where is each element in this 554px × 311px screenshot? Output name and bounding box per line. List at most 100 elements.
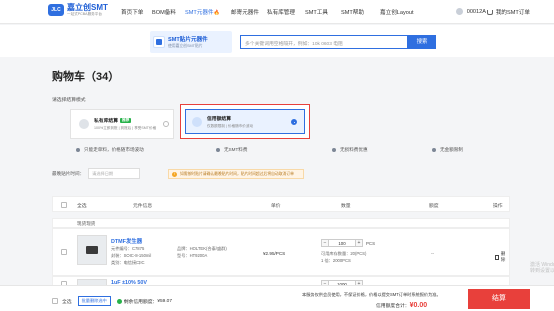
- payment-option-credit[interactable]: 信用额结算 仅数额限制 | 价格随市价波动: [180, 104, 310, 139]
- delete-label: 删除: [500, 251, 506, 262]
- credit-total-value: ¥0.00: [409, 302, 428, 309]
- unit-price: ¥2.95/PCS: [263, 251, 286, 256]
- hot-icon: 🔥: [213, 10, 220, 16]
- search-input[interactable]: 多个关键词用空格隔开，例如：10k 0603 电阻: [240, 35, 408, 49]
- logo[interactable]: JLC 嘉立创SMT 一站式PCBA服务平台: [48, 4, 108, 17]
- component-model: 型号：HT9200A: [177, 253, 208, 258]
- payment-option-name: 私有库结算: [94, 119, 118, 124]
- checkout-bar: 全选 批量删除选中 剩余信用额度： ¥59.07 本服务仅供会员使用，不保证价格…: [0, 285, 554, 311]
- warning-icon: !: [172, 171, 177, 177]
- notice-text: 如需按时贴片请确认最晚贴片时间，贴片时间超过后将自动取消订单: [180, 171, 294, 176]
- dot-icon: [432, 148, 436, 152]
- component-package: 封装：SOIC-8-150mil: [111, 253, 152, 258]
- header-qty: 数量: [341, 204, 351, 209]
- payment-mode-label: 请选择结算模式: [52, 98, 86, 103]
- nav-mail-parts[interactable]: 邮寄元器件: [231, 8, 259, 16]
- credit-dot-icon: [116, 298, 122, 304]
- batch-delete-button[interactable]: 批量删除选中: [77, 296, 111, 306]
- delete-button[interactable]: 删除: [495, 251, 509, 263]
- search-button[interactable]: 搜索: [408, 35, 436, 49]
- quantity-unit: PCS: [366, 240, 376, 246]
- dot-icon: [332, 148, 336, 152]
- settle-button[interactable]: 结算: [468, 289, 530, 309]
- avatar: [455, 8, 463, 15]
- footer-select-all-checkbox[interactable]: [52, 298, 58, 304]
- logo-subtitle: 一站式PCBA服务平台: [67, 12, 102, 16]
- feature-label: 无SMT料费: [224, 147, 248, 152]
- latest-date-label: 最晚贴片时间：: [52, 170, 85, 176]
- top-nav: JLC 嘉立创SMT 一站式PCBA服务平台 首页下单 BOM备料 SMT元器件…: [0, 0, 554, 24]
- group-label: 现货现货: [77, 221, 96, 226]
- table-row: DTMF发生器 元件编号：C7875 封装：SOIC-8-150mil 类别：电…: [52, 228, 510, 276]
- feature-label: 只能走单料，价格随市场波动: [84, 147, 144, 152]
- nav-smt-parts[interactable]: SMT元器件🔥: [185, 8, 220, 16]
- windows-watermark: 激活 Windows 转到设置以激活: [530, 262, 554, 274]
- recommend-badge: 推荐: [120, 118, 132, 124]
- radio-private[interactable]: [163, 121, 169, 127]
- nav-bom[interactable]: BOM备料: [152, 8, 176, 16]
- radio-credit[interactable]: [291, 119, 297, 125]
- component-category: 类别：电信接口IC: [111, 260, 145, 265]
- payment-option-name: 信用额结算: [207, 116, 231, 122]
- latest-date-row: 最晚贴片时间： 请选择日期: [52, 168, 141, 179]
- nav-home-order[interactable]: 首页下单: [121, 8, 143, 16]
- footer-select-all[interactable]: 全选: [62, 298, 72, 305]
- nav-smt-parts-label: SMT元器件: [185, 10, 214, 16]
- footer-note: 本服务仅供会员使用，不保证价格，价格以提交SMT订单时系统报价为准。: [302, 292, 441, 297]
- row-checkbox[interactable]: [61, 249, 67, 255]
- nav-private-lib[interactable]: 私有库管理: [267, 8, 295, 16]
- stock-note: 可用库存数量：20(PCS): [321, 251, 367, 256]
- credit-total-label: 信用额度合计：: [376, 304, 410, 309]
- increase-button[interactable]: +: [355, 239, 363, 247]
- cart-icon: [486, 9, 493, 15]
- nav-smt-tools[interactable]: SMT工具: [305, 8, 328, 16]
- user-menu[interactable]: 00012A: [455, 8, 486, 15]
- banner-title: SMT贴片元器件: [168, 37, 208, 43]
- component-name[interactable]: DTMF发生器: [111, 237, 142, 245]
- feature-item: 无金额限制: [432, 147, 463, 153]
- stock-group-row: 现货现货: [52, 218, 510, 228]
- notice-bar: ! 如需按时贴片请确认最晚贴片时间，贴片时间超过后将自动取消订单: [168, 169, 304, 179]
- features-row: 只能走单料，价格随市场波动 无SMT料费 无损料费优惠 无金额限制: [52, 147, 502, 157]
- credit-card-icon: [192, 116, 202, 127]
- page-title: 购物车（34）: [52, 71, 120, 83]
- cart-table-header: 全选 元件信息 单价 数量 额度 操作: [52, 196, 510, 212]
- component-brand: 品牌：HOLTEK(合泰/盛群): [177, 246, 227, 251]
- payment-option-desc: 100%立即到账 | 到账后 | 享受SMT价格: [94, 126, 157, 130]
- header-price: 单价: [271, 204, 281, 209]
- nav-smt-help[interactable]: SMT帮助: [341, 8, 364, 16]
- component-thumbnail[interactable]: [77, 235, 107, 265]
- remaining-credit: 剩余信用额度： ¥59.07: [116, 298, 173, 305]
- footer-left: 全选 批量删除选中 剩余信用额度： ¥59.07: [52, 296, 172, 306]
- header-credit: 额度: [429, 204, 439, 209]
- quantity-stepper: − 100 + PCS: [321, 239, 375, 247]
- logo-mark: JLC: [48, 4, 64, 17]
- credit-value: --: [431, 251, 435, 256]
- payment-option-desc: 仅数额限制 | 价格随市价波动: [207, 123, 254, 128]
- dot-icon: [216, 148, 220, 152]
- user-id: 00012A: [466, 8, 486, 15]
- logo-title: 嘉立创SMT: [67, 3, 108, 12]
- quantity-input[interactable]: 100: [329, 239, 355, 247]
- smt-orders-label: 我的SMT订单: [495, 10, 530, 16]
- remaining-credit-value: ¥59.07: [157, 298, 173, 304]
- date-picker-input[interactable]: 请选择日期: [88, 168, 141, 179]
- chip-icon: [153, 36, 165, 48]
- nav-layout[interactable]: 嘉立创Layout: [380, 8, 414, 16]
- smt-orders-link[interactable]: 我的SMT订单: [486, 8, 530, 16]
- feature-item: 无SMT料费: [216, 147, 247, 153]
- header-action: 操作: [493, 204, 503, 209]
- feature-item: 无损料费优惠: [332, 147, 368, 153]
- feature-label: 无损料费优惠: [340, 147, 368, 152]
- select-all-checkbox[interactable]: [61, 202, 67, 208]
- decrease-button[interactable]: −: [321, 239, 329, 247]
- feature-label: 无金额限制: [440, 147, 463, 152]
- wallet-icon: [79, 119, 89, 129]
- trash-icon: [495, 254, 499, 260]
- payment-option-private[interactable]: 私有库结算 推荐 100%立即到账 | 到账后 | 享受SMT价格: [70, 109, 174, 139]
- credit-total: 信用额度合计：¥0.00: [376, 302, 427, 309]
- feature-item: 只能走单料，价格随市场波动: [76, 147, 144, 153]
- remaining-credit-label: 剩余信用额度：: [123, 299, 158, 305]
- smt-parts-banner[interactable]: SMT贴片元器件 使用嘉立创SMT贴片: [150, 31, 232, 53]
- header-select-all[interactable]: 全选: [77, 202, 87, 209]
